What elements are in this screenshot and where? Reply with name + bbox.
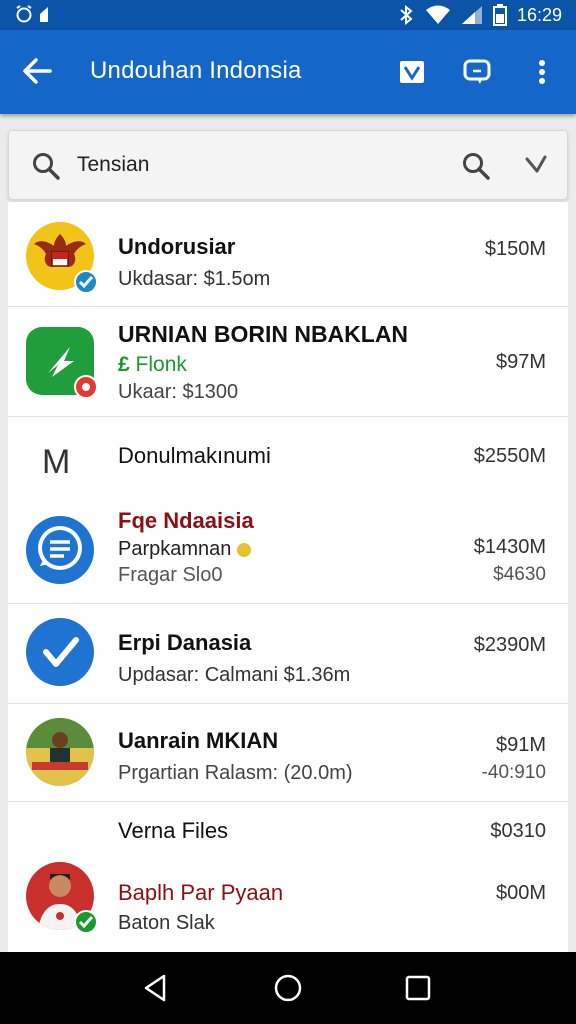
check-shield-icon xyxy=(43,637,79,667)
item-title: Donulmakınumi xyxy=(118,443,271,468)
search-icon xyxy=(33,153,60,180)
item-amount: $91M xyxy=(495,734,546,756)
item-title: Undorusiar xyxy=(118,234,236,259)
list-item[interactable]: Baplh Par Pyaan Baton Slak $00M xyxy=(8,860,568,952)
item-subtitle: Updasar: Calmani $1.36m xyxy=(118,664,351,686)
search-bar xyxy=(8,130,568,200)
item-amount: $150M xyxy=(484,238,546,260)
results-list: Undorusiar Ukdasar: $1.5om $150M URNIAN … xyxy=(8,202,568,952)
more-vertical-icon xyxy=(539,60,545,84)
home-circle-icon[interactable] xyxy=(270,970,306,1006)
message-icon xyxy=(38,526,82,570)
item-subtitle: Baton Slak xyxy=(118,912,215,934)
app-bar: Undouhan Indonsia xyxy=(0,30,576,114)
verified-badge-icon xyxy=(74,270,98,294)
item-subtitle-label: Parpkamnan xyxy=(118,538,232,560)
person-photo-icon xyxy=(26,718,94,786)
list-item[interactable]: URNIAN BORIN NBAKLAN £ Flonk Ukaar: $130… xyxy=(8,307,568,417)
item-title: Verna Files xyxy=(118,818,229,843)
status-bar: 16:29 xyxy=(0,0,576,30)
list-item[interactable]: Fqe Ndaaisia Parpkamnan Fragar Slo0 $143… xyxy=(8,502,568,604)
item-title: Baplh Par Pyaan xyxy=(118,880,284,905)
select-button[interactable] xyxy=(394,54,430,90)
item-subtitle: Ukaar: $1300 xyxy=(118,381,239,403)
status-right-icons: 16:29 xyxy=(397,4,562,26)
list-item[interactable]: Erpi Danasia Updasar: Calmani $1.36m $23… xyxy=(8,604,568,704)
system-nav-bar xyxy=(0,952,576,1024)
back-triangle-icon[interactable] xyxy=(138,970,174,1006)
battery-icon xyxy=(492,4,507,26)
signal-small-icon xyxy=(40,7,48,22)
checkbox-icon xyxy=(400,61,424,83)
bluetooth-icon xyxy=(400,5,413,25)
coin-icon xyxy=(236,542,251,557)
item-tag-label: Flonk xyxy=(135,353,187,376)
alarm-icon xyxy=(16,5,32,23)
cell-signal-icon xyxy=(461,6,482,24)
item-subtitle-2: Fragar Slo0 xyxy=(118,564,223,586)
item-title: Erpi Danasia xyxy=(118,630,252,655)
item-amount: $0310 xyxy=(490,820,546,842)
item-amount-2: $4630 xyxy=(493,564,546,585)
currency-icon: £ xyxy=(118,353,136,376)
item-amount: $1430M xyxy=(473,536,546,558)
item-amount-2: -40:910 xyxy=(481,762,546,783)
item-title: Uanrain MKIAN xyxy=(118,728,279,753)
list-item[interactable]: M Donulmakınumi $2550M xyxy=(8,417,568,502)
item-subtitle: Parpkamnan xyxy=(118,538,251,561)
item-tag: £ Flonk xyxy=(118,353,187,377)
item-amount: $00M xyxy=(495,882,546,904)
chat-button[interactable] xyxy=(459,54,495,90)
search-input[interactable] xyxy=(77,153,437,177)
overflow-menu-button[interactable] xyxy=(524,54,560,90)
list-item[interactable]: Undorusiar Ukdasar: $1.5om $150M xyxy=(8,202,568,307)
list-item[interactable]: Uanrain MKIAN Prgartian Ralasm: (20.0m) … xyxy=(8,704,568,802)
avatar xyxy=(26,516,94,584)
item-amount: $97M xyxy=(495,351,546,373)
status-left-icons xyxy=(14,4,50,24)
verified-badge-icon xyxy=(74,910,98,934)
wifi-icon xyxy=(425,5,450,24)
chevron-down-icon[interactable] xyxy=(521,149,551,181)
recents-square-icon[interactable] xyxy=(400,970,436,1006)
status-time: 16:29 xyxy=(516,4,562,25)
avatar-letter: M xyxy=(42,443,71,481)
avatar xyxy=(26,618,94,686)
item-title: URNIAN BORIN NBAKLAN xyxy=(118,321,409,347)
search-submit-icon[interactable] xyxy=(461,151,491,181)
list-item[interactable]: Verna Files $0310 xyxy=(8,802,568,860)
item-subtitle: Prgartian Ralasm: (20.0m) xyxy=(118,762,353,784)
avatar xyxy=(26,718,94,786)
item-amount: $2390M xyxy=(473,634,546,656)
chat-icon xyxy=(463,59,491,84)
app-title: Undouhan Indonsia xyxy=(90,57,302,84)
alert-badge-icon xyxy=(74,375,98,399)
back-arrow-icon[interactable] xyxy=(20,54,54,88)
item-subtitle: Ukdasar: $1.5om xyxy=(118,268,271,290)
item-title: Fqe Ndaaisia xyxy=(118,508,254,533)
item-amount: $2550M xyxy=(473,445,546,467)
